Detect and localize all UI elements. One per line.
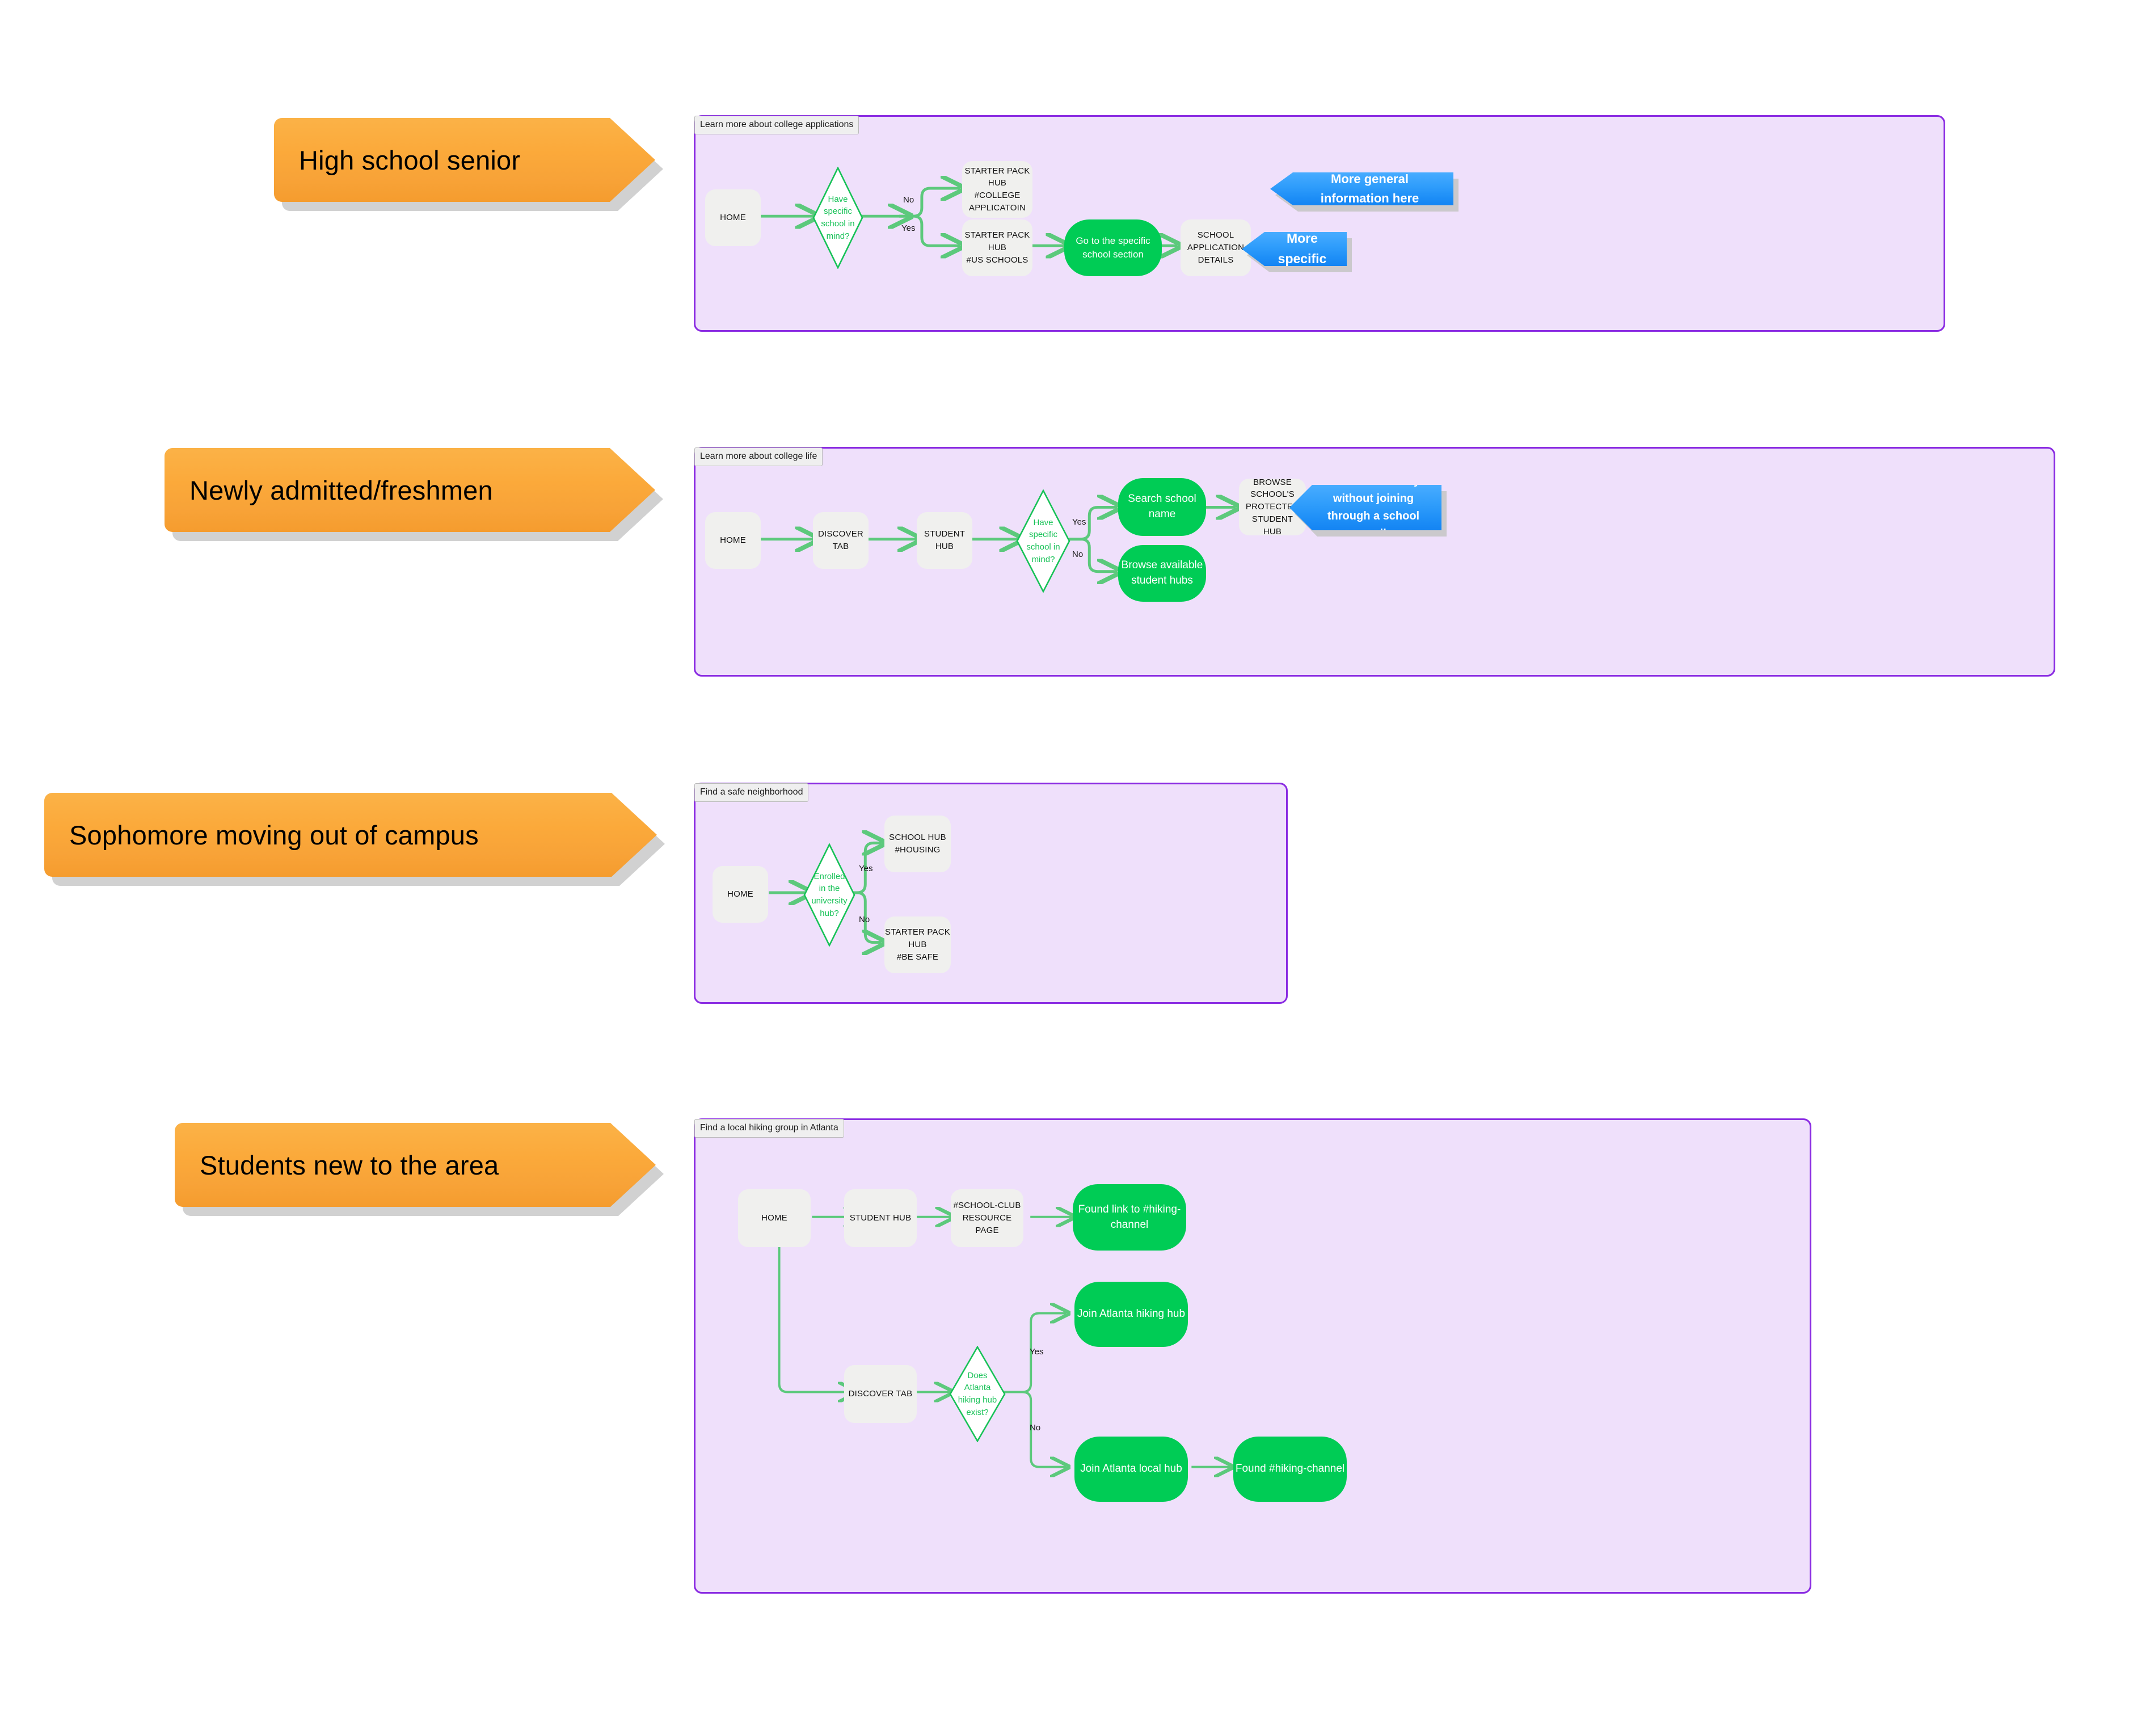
panel-tab-label[interactable]: Find a local hiking group in Atlanta <box>694 1119 844 1138</box>
persona-banner-new-to-area: Students new to the area <box>175 1123 656 1207</box>
node-label: Browse available student hubs <box>1121 559 1203 586</box>
panel-tab-label[interactable]: Learn more about college life <box>694 447 823 466</box>
node-join-atlanta-local-hub[interactable]: Join Atlanta local hub <box>1074 1437 1188 1502</box>
flow-panel-safe-neighborhood: Find a safe neighborhood Yes No HOME Enr… <box>694 783 1288 1004</box>
node-browse-available-student-hubs[interactable]: Browse available student hubs <box>1118 545 1206 602</box>
edge-label-yes: Yes <box>1030 1347 1044 1357</box>
node-label: STARTER PACK HUB #US SCHOOLS <box>964 230 1030 265</box>
node-student-hub[interactable]: STUDENT HUB <box>844 1189 917 1247</box>
node-school-club-resource-page[interactable]: #SCHOOL-CLUB RESOURCE PAGE <box>951 1189 1023 1247</box>
callout-body: View access only without joining through… <box>1289 485 1441 530</box>
connector-layer <box>760 117 1944 330</box>
node-label: Join Atlanta hiking hub <box>1077 1308 1186 1320</box>
edge-label-yes: Yes <box>1072 517 1086 527</box>
persona-banner-body: Newly admitted/freshmen <box>165 448 655 532</box>
node-school-hub-housing[interactable]: SCHOOL HUB #HOUSING <box>884 816 951 872</box>
node-found-hiking-channel[interactable]: Found #hiking-channel <box>1233 1437 1347 1502</box>
persona-banner-label: Students new to the area <box>200 1150 499 1180</box>
node-join-atlanta-hiking-hub[interactable]: Join Atlanta hiking hub <box>1074 1282 1188 1347</box>
node-home[interactable]: HOME <box>705 512 761 569</box>
node-search-school-name[interactable]: Search school name <box>1118 478 1206 536</box>
node-label: STUDENT HUB <box>849 1213 912 1223</box>
node-decision-atlanta-hiking-hub-exists[interactable]: Does Atlanta hiking hub exist? <box>949 1346 1006 1442</box>
node-discover-tab[interactable]: DISCOVER TAB <box>813 512 869 569</box>
persona-banner-label: Newly admitted/freshmen <box>189 475 493 505</box>
node-label: #SCHOOL-CLUB RESOURCE PAGE <box>953 1201 1021 1235</box>
node-starter-pack-hub-be-safe[interactable]: STARTER PACK HUB #BE SAFE <box>884 916 951 973</box>
node-label: Enrolled in the university hub? <box>811 871 848 918</box>
callout-label: More general information here <box>1320 171 1419 205</box>
node-starter-pack-hub-us-schools[interactable]: STARTER PACK HUB #US SCHOOLS <box>962 219 1032 276</box>
connector-layer <box>760 449 2054 675</box>
node-label: Search school name <box>1128 493 1196 520</box>
persona-banner-body: Students new to the area <box>175 1123 656 1207</box>
persona-banner-high-school-senior: High school senior <box>274 118 655 202</box>
node-label: SCHOOL APPLICATION DETAILS <box>1187 230 1245 265</box>
edge-label-no: No <box>1030 1423 1041 1433</box>
flow-panel-hiking-group: Find a local hiking group in Atlanta Yes… <box>694 1118 1811 1594</box>
node-label: STARTER PACK HUB #BE SAFE <box>885 927 950 962</box>
node-starter-pack-hub-college-application[interactable]: STARTER PACK HUB #COLLEGE APPLICATOIN <box>962 161 1032 218</box>
node-go-to-specific-school-section[interactable]: Go to the specific school section <box>1064 219 1162 276</box>
node-discover-tab[interactable]: DISCOVER TAB <box>844 1365 917 1423</box>
node-label: Have specific school in mind? <box>821 194 855 241</box>
callout-view-access-only: View access only without joining through… <box>1289 485 1447 537</box>
node-label: HOME <box>720 535 746 546</box>
node-label: DISCOVER TAB <box>818 529 863 551</box>
flow-panel-college-life: Learn more about college life Yes No HOM… <box>694 447 2055 677</box>
node-school-application-details[interactable]: SCHOOL APPLICATION DETAILS <box>1181 219 1251 276</box>
node-decision-have-specific-school[interactable]: Have specific school in mind? <box>812 167 863 269</box>
node-label: Have specific school in mind? <box>1026 517 1060 564</box>
edge-label-yes: Yes <box>859 864 873 873</box>
edge-label-no: No <box>903 195 914 205</box>
persona-banner-newly-admitted: Newly admitted/freshmen <box>165 448 655 532</box>
node-label: STARTER PACK HUB #COLLEGE APPLICATOIN <box>964 166 1030 213</box>
callout-more-specific: More specific <box>1242 232 1352 272</box>
node-home[interactable]: HOME <box>713 866 768 923</box>
node-home[interactable]: HOME <box>705 189 761 246</box>
persona-banner-label: Sophomore moving out of campus <box>69 820 479 850</box>
edge-label-yes: Yes <box>901 223 916 233</box>
node-decision-have-specific-school[interactable]: Have specific school in mind? <box>1016 489 1070 593</box>
node-home[interactable]: HOME <box>738 1189 811 1247</box>
node-label: Found #hiking-channel <box>1235 1463 1345 1475</box>
node-label: Found link to #hiking-channel <box>1078 1203 1181 1231</box>
callout-body: More general information here <box>1270 172 1453 205</box>
node-label: Go to the specific school section <box>1076 235 1150 260</box>
callout-more-general-information: More general information here <box>1270 172 1459 212</box>
node-found-link-hiking-channel[interactable]: Found link to #hiking-channel <box>1073 1184 1186 1251</box>
node-label: HOME <box>720 213 746 223</box>
persona-banner-body: High school senior <box>274 118 655 202</box>
node-decision-enrolled-university-hub[interactable]: Enrolled in the university hub? <box>803 843 855 947</box>
edge-label-no: No <box>859 915 870 924</box>
node-label: SCHOOL HUB #HOUSING <box>889 833 946 855</box>
node-label: Does Atlanta hiking hub exist? <box>958 1370 997 1417</box>
node-student-hub[interactable]: STUDENT HUB <box>917 512 972 569</box>
persona-banner-label: High school senior <box>299 145 521 175</box>
node-label: HOME <box>761 1213 787 1223</box>
node-label: DISCOVER TAB <box>848 1389 913 1399</box>
persona-banner-sophomore: Sophomore moving out of campus <box>44 793 657 877</box>
diagram-canvas: High school senior Newly admitted/freshm… <box>0 0 2154 1736</box>
node-label: STUDENT HUB <box>924 529 966 551</box>
panel-tab-label[interactable]: Learn more about college applications <box>694 116 859 134</box>
panel-tab-label[interactable]: Find a safe neighborhood <box>694 783 809 802</box>
persona-banner-body: Sophomore moving out of campus <box>44 793 657 877</box>
connector-layer <box>769 784 1286 1002</box>
node-label: HOME <box>727 889 753 899</box>
flow-panel-college-applications: Learn more about college applications No… <box>694 115 1945 332</box>
node-label: Join Atlanta local hub <box>1080 1463 1182 1475</box>
edge-label-no: No <box>1072 550 1084 559</box>
